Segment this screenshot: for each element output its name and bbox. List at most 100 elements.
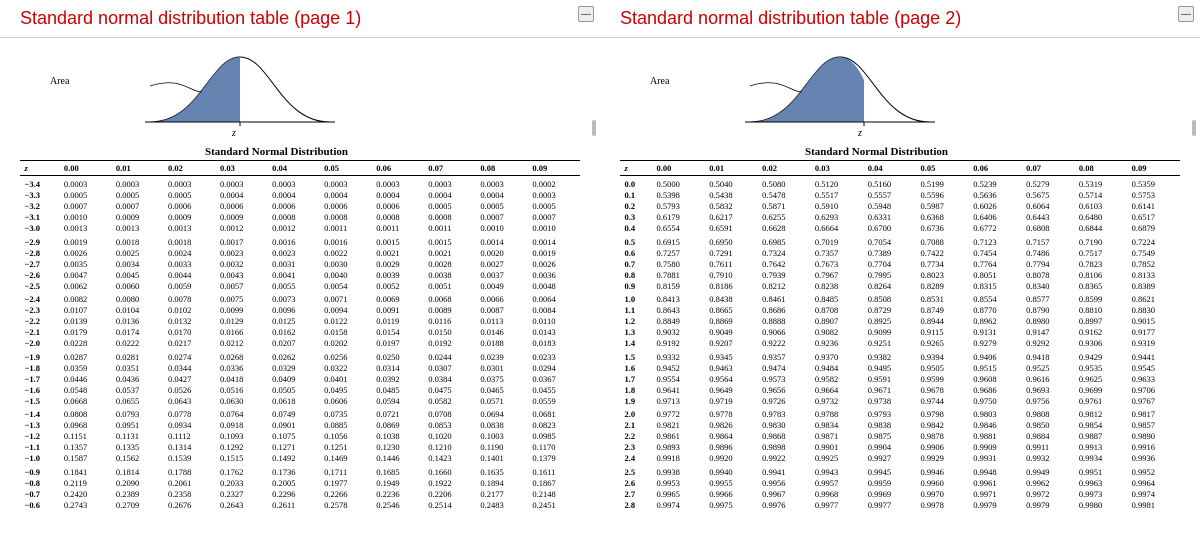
prob-value: 0.8962 (969, 316, 1022, 327)
prob-value: 0.0005 (424, 201, 476, 212)
prob-value: 0.7088 (916, 234, 969, 248)
prob-value: 0.7019 (810, 234, 863, 248)
prob-value: 0.7704 (863, 258, 916, 269)
prob-value: 0.9719 (705, 395, 758, 406)
page-2: — Standard normal distribution table (pa… (600, 0, 1200, 559)
z-value: 2.8 (620, 499, 652, 510)
scrollbar-thumb[interactable] (1192, 120, 1196, 136)
z-value: −3.0 (20, 223, 59, 234)
z-value: −2.6 (20, 269, 59, 280)
table-row: −1.90.02870.02810.02740.02680.02620.0256… (20, 349, 580, 363)
prob-value: 0.7611 (705, 258, 758, 269)
prob-value: 0.0008 (320, 212, 372, 223)
z-value: −1.8 (20, 362, 59, 373)
prob-value: 0.8708 (810, 305, 863, 316)
prob-value: 0.1357 (59, 442, 111, 453)
prob-value: 0.0351 (111, 362, 163, 373)
prob-value: 0.9463 (705, 362, 758, 373)
prob-value: 0.0013 (111, 223, 163, 234)
curve-diagram: Area z (20, 42, 580, 142)
prob-value: 0.0119 (372, 316, 424, 327)
prob-value: 0.0013 (163, 223, 215, 234)
prob-value: 0.0006 (372, 201, 424, 212)
prob-value: 0.8790 (1022, 305, 1075, 316)
prob-value: 0.7673 (810, 258, 863, 269)
prob-value: 0.0019 (59, 234, 111, 248)
prob-value: 0.8508 (863, 291, 916, 305)
prob-value: 0.8770 (969, 305, 1022, 316)
prob-value: 0.8389 (1127, 280, 1180, 291)
prob-value: 0.5359 (1127, 176, 1180, 190)
prob-value: 0.0087 (476, 305, 528, 316)
prob-value: 0.0071 (320, 291, 372, 305)
prob-value: 0.0150 (424, 327, 476, 338)
prob-value: 0.9115 (916, 327, 969, 338)
prob-value: 0.0107 (59, 305, 111, 316)
prob-value: 0.9738 (863, 395, 916, 406)
prob-value: 0.7764 (969, 258, 1022, 269)
prob-value: 0.5120 (810, 176, 863, 190)
prob-value: 0.6772 (969, 223, 1022, 234)
z-table-page1: z0.000.010.020.030.040.050.060.070.080.0… (20, 160, 580, 510)
prob-value: 0.6103 (1074, 201, 1127, 212)
z-value: −2.0 (20, 338, 59, 349)
prob-value: 0.0047 (59, 269, 111, 280)
prob-value: 0.0409 (268, 373, 320, 384)
prob-value: 0.9357 (758, 349, 811, 363)
prob-value: 0.1685 (372, 464, 424, 478)
prob-value: 0.9887 (1074, 431, 1127, 442)
scrollbar-thumb[interactable] (592, 120, 596, 136)
prob-value: 0.0668 (59, 395, 111, 406)
prob-value: 0.0367 (528, 373, 580, 384)
prob-value: 0.9961 (969, 477, 1022, 488)
table-row: 0.40.65540.65910.66280.66640.67000.67360… (620, 223, 1180, 234)
area-label: Area (650, 76, 669, 87)
prob-value: 0.0102 (163, 305, 215, 316)
prob-value: 0.9279 (969, 338, 1022, 349)
prob-value: 0.9251 (863, 338, 916, 349)
z-value: 0.2 (620, 201, 652, 212)
prob-value: 0.7580 (652, 258, 705, 269)
close-icon[interactable]: — (578, 6, 594, 22)
prob-value: 0.9864 (705, 431, 758, 442)
prob-value: 0.2420 (59, 488, 111, 499)
prob-value: 0.5636 (969, 190, 1022, 201)
prob-value: 0.9969 (863, 488, 916, 499)
prob-value: 0.6879 (1127, 223, 1180, 234)
prob-value: 0.9066 (758, 327, 811, 338)
prob-value: 0.0418 (216, 373, 268, 384)
prob-value: 0.0023 (216, 247, 268, 258)
prob-value: 0.0951 (111, 420, 163, 431)
prob-value: 0.0014 (476, 234, 528, 248)
z-value: 1.9 (620, 395, 652, 406)
prob-value: 0.6368 (916, 212, 969, 223)
prob-value: 0.7995 (863, 269, 916, 280)
prob-value: 0.0197 (372, 338, 424, 349)
col-header: 0.00 (652, 161, 705, 176)
table-row: −1.10.13570.13350.13140.12920.12710.1251… (20, 442, 580, 453)
prob-value: 0.0004 (268, 190, 320, 201)
prob-value: 0.8643 (652, 305, 705, 316)
prob-value: 0.5199 (916, 176, 969, 190)
prob-value: 0.0066 (476, 291, 528, 305)
table-row: 1.20.88490.88690.88880.89070.89250.89440… (620, 316, 1180, 327)
prob-value: 0.9929 (916, 453, 969, 464)
prob-value: 0.9826 (705, 420, 758, 431)
prob-value: 0.2206 (424, 488, 476, 499)
prob-value: 0.0009 (111, 212, 163, 223)
prob-value: 0.2119 (59, 477, 111, 488)
prob-value: 0.8485 (810, 291, 863, 305)
prob-value: 0.6217 (705, 212, 758, 223)
prob-value: 0.6950 (705, 234, 758, 248)
table-row: −2.60.00470.00450.00440.00430.00410.0040… (20, 269, 580, 280)
prob-value: 0.9608 (969, 373, 1022, 384)
prob-value: 0.0032 (216, 258, 268, 269)
z-value: −1.1 (20, 442, 59, 453)
prob-value: 0.0985 (528, 431, 580, 442)
prob-value: 0.9911 (1022, 442, 1075, 453)
prob-value: 0.7823 (1074, 258, 1127, 269)
prob-value: 0.0143 (528, 327, 580, 338)
close-icon[interactable]: — (1178, 6, 1194, 22)
prob-value: 0.6141 (1127, 201, 1180, 212)
prob-value: 0.1335 (111, 442, 163, 453)
